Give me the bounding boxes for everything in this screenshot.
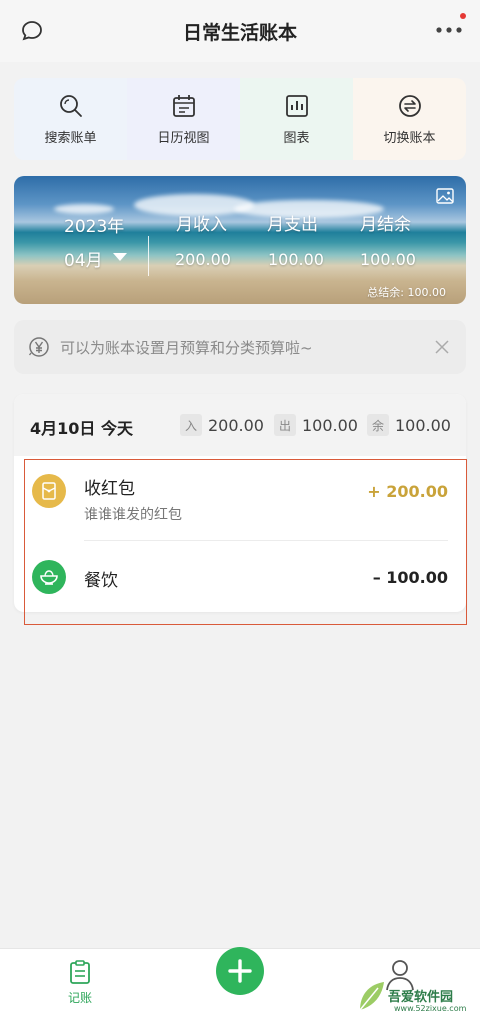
record-note: 谁谁谁发的红包: [84, 507, 182, 523]
rest-tag: 余: [367, 414, 389, 436]
chart-label: 图表: [283, 130, 310, 146]
quick-actions-bar: 搜索账单 日历视图 图表 切换账本: [14, 78, 466, 160]
page-title: 日常生活账本: [182, 21, 297, 44]
add-record-button[interactable]: [216, 947, 264, 995]
watermark-url: www.52zixue.com: [394, 1004, 467, 1013]
day-date: 4月10日 今天: [30, 419, 133, 438]
expense-label: 月支出: [267, 215, 318, 235]
calendar-icon: [172, 94, 195, 117]
budget-tip-banner[interactable]: 可以为账本设置月预算和分类预算啦~: [14, 320, 466, 374]
tab-record[interactable]: 记账: [62, 959, 98, 1006]
day-balance: 100.00: [395, 416, 451, 435]
notification-dot: [460, 13, 466, 19]
balance-label: 月结余: [360, 215, 411, 235]
record-divider: [84, 540, 448, 541]
watermark-text: 吾爱软件园: [388, 990, 454, 1005]
search-icon: [59, 94, 82, 117]
divider: [148, 236, 149, 276]
expense-tag: 出: [274, 414, 296, 436]
chart-button[interactable]: 图表: [240, 78, 353, 160]
day-expense: 100.00: [302, 416, 358, 435]
switch-ledger-label: 切换账本: [383, 130, 436, 146]
calendar-view-label: 日历视图: [157, 130, 210, 146]
record-item[interactable]: 餐饮 – 100.00: [14, 542, 466, 608]
more-options-icon[interactable]: [434, 20, 464, 38]
income-value: 200.00: [175, 250, 231, 269]
record-amount: – 100.00: [372, 568, 448, 587]
site-watermark: 吾爱软件园 www.52zixue.com: [356, 956, 478, 1014]
leaf-logo-icon: [359, 982, 384, 1011]
clipboard-icon: [70, 960, 90, 984]
income-label: 月收入: [176, 215, 227, 235]
chart-icon: [285, 94, 308, 117]
calendar-view-button[interactable]: 日历视图: [127, 78, 240, 160]
search-bills-button[interactable]: 搜索账单: [14, 78, 127, 160]
total-balance: 总结余: 100.00: [367, 286, 446, 299]
record-category: 收红包: [84, 479, 135, 499]
red-envelope-icon: [32, 474, 66, 508]
budget-tip-text: 可以为账本设置月预算和分类预算啦~: [60, 338, 313, 357]
monthly-summary-banner: 2023年 04月 月收入 月支出 月结余 200.00 100.00 100.…: [14, 176, 466, 304]
month-selector[interactable]: 04月: [64, 246, 103, 271]
yen-coin-icon: [28, 337, 49, 357]
tab-record-label: 记账: [67, 991, 92, 1005]
income-tag: 入: [180, 414, 202, 436]
search-bills-label: 搜索账单: [44, 130, 97, 146]
plus-icon: [228, 959, 252, 983]
close-icon[interactable]: [434, 339, 450, 355]
switch-ledger-button[interactable]: 切换账本: [353, 78, 466, 160]
balance-value: 100.00: [360, 250, 416, 269]
record-amount: + 200.00: [367, 482, 448, 501]
record-item[interactable]: 收红包 谁谁谁发的红包 + 200.00: [14, 456, 466, 542]
expense-value: 100.00: [268, 250, 324, 269]
chevron-down-icon[interactable]: [113, 253, 127, 261]
day-income: 200.00: [208, 416, 264, 435]
change-background-icon[interactable]: [436, 188, 454, 204]
app-header: 日常生活账本: [0, 0, 480, 62]
record-category: 餐饮: [84, 571, 118, 591]
switch-icon: [398, 94, 421, 117]
food-bowl-icon: [32, 560, 66, 594]
day-header: 4月10日 今天 入 200.00 出 100.00 余 100.00: [14, 394, 466, 456]
day-records-card: 4月10日 今天 入 200.00 出 100.00 余 100.00 收红包 …: [14, 394, 466, 612]
chat-bubble-icon[interactable]: [20, 19, 44, 43]
year-label: 2023年: [64, 217, 125, 237]
